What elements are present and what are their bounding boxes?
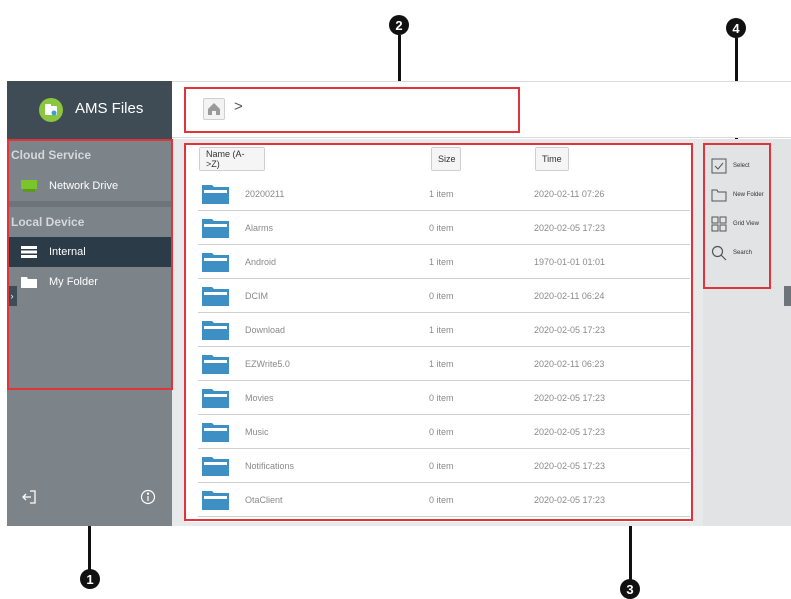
info-icon[interactable] [140,489,156,505]
callout-2: 2 [389,15,409,35]
logout-icon[interactable] [21,489,37,505]
callout-1: 1 [80,569,100,589]
app-logo-icon [39,98,63,122]
callout-box-file-list [184,143,693,521]
collapse-panel-button[interactable] [784,286,791,306]
callout-box-breadcrumb [184,87,520,133]
callout-4: 4 [726,18,746,38]
app-title: AMS Files [75,100,144,117]
callout-3: 3 [620,579,640,599]
callout-box-actions [703,143,771,289]
sidebar-header: AMS Files [7,81,172,139]
callout-box-sidebar [7,139,173,390]
